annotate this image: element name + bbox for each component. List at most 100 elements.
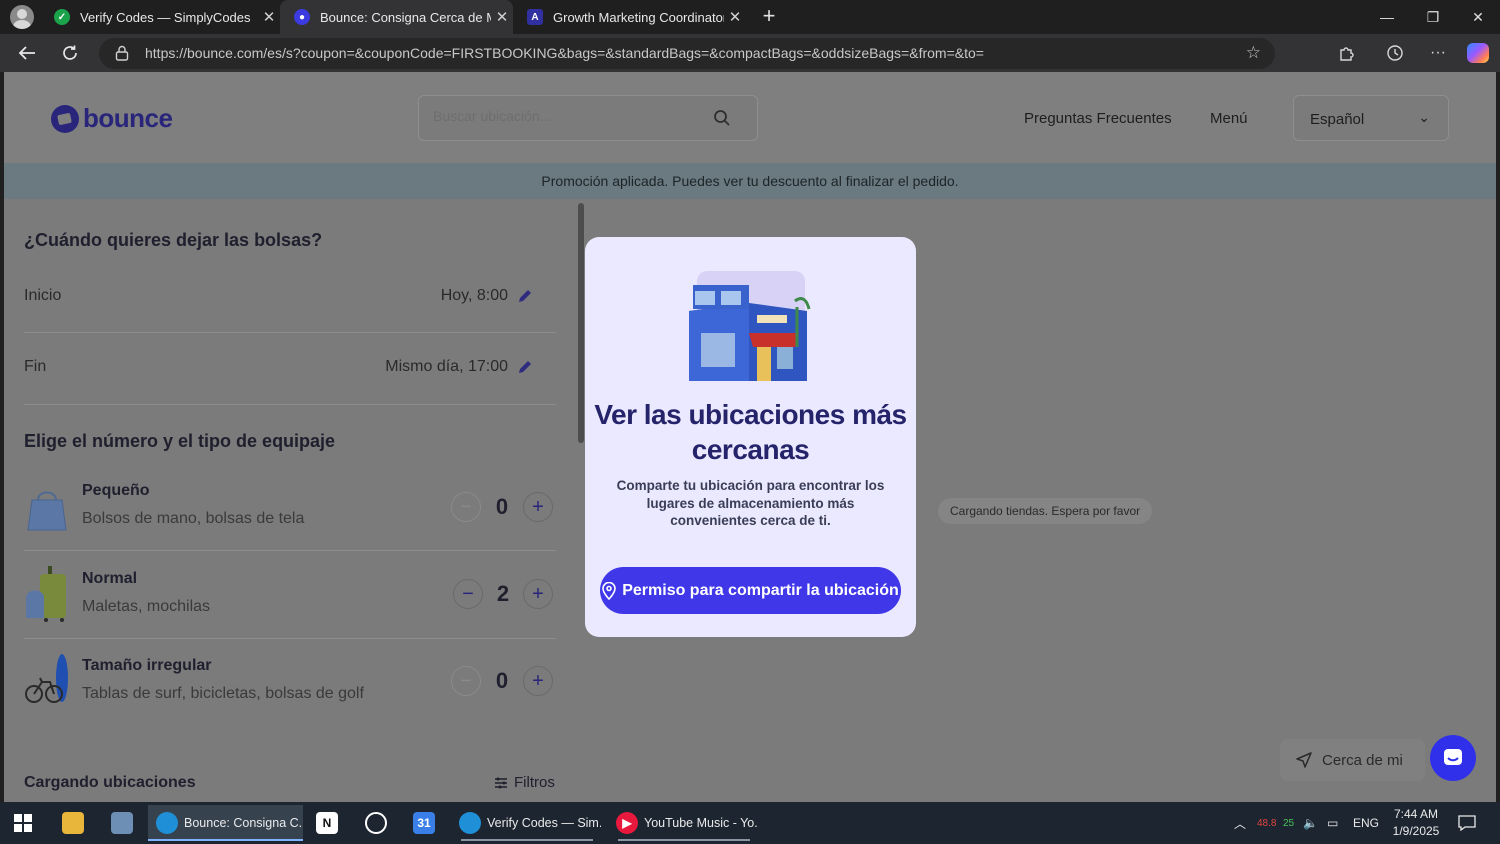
bicycle-surfboard-icon — [25, 654, 68, 703]
system-clock[interactable]: 7:44 AM 1/9/2025 — [1384, 806, 1448, 840]
calendar-button[interactable]: 31 — [405, 805, 443, 841]
taskbar-app-bounce[interactable]: Bounce: Consigna C... — [148, 805, 303, 841]
minimize-button[interactable]: — — [1364, 0, 1410, 34]
edit-end-pencil-icon[interactable] — [517, 359, 533, 375]
extensions-icon[interactable] — [1335, 42, 1359, 64]
back-button[interactable] — [13, 40, 41, 66]
bag-subtitle-small: Bolsos de mano, bolsas de tela — [82, 510, 305, 527]
active-indicator — [148, 839, 303, 841]
notifications-icon[interactable] — [1458, 802, 1476, 844]
suitcase-icon — [26, 566, 66, 622]
menu-link[interactable]: Menú — [1210, 110, 1248, 127]
chat-icon — [1444, 749, 1462, 765]
start-value[interactable]: Hoy, 8:00 — [441, 287, 508, 305]
search-input[interactable] — [433, 108, 703, 124]
clock-history-icon — [1387, 45, 1403, 61]
panel-scrollbar[interactable] — [578, 203, 584, 443]
youtube-music-icon: ▶ — [616, 812, 638, 834]
browser-tab-simplycodes[interactable]: ✓ Verify Codes — SimplyCodes ✕ — [40, 0, 280, 34]
promo-banner: Promoción aplicada. Puedes ver tu descue… — [4, 163, 1496, 199]
end-value[interactable]: Mismo día, 17:00 — [385, 358, 508, 376]
lock-icon[interactable] — [115, 45, 129, 61]
open-indicator — [461, 839, 593, 841]
start-button[interactable] — [4, 805, 42, 841]
new-tab-button[interactable]: + — [756, 4, 782, 30]
end-label: Fin — [24, 358, 47, 375]
language-select[interactable]: Español ⌄ — [1293, 95, 1449, 141]
divider — [24, 638, 556, 639]
network-icon[interactable]: ▭ — [1327, 802, 1338, 844]
more-options-icon[interactable]: ··· — [1426, 42, 1450, 64]
language-value: Español — [1310, 111, 1365, 128]
notion-button[interactable]: N — [308, 805, 346, 841]
notion-icon: N — [316, 812, 338, 834]
decrease-normal-button[interactable]: − — [453, 579, 483, 609]
taskbar-app-label: YouTube Music - Yo... — [644, 816, 758, 830]
history-icon[interactable] — [1383, 42, 1407, 64]
search-icon[interactable] — [713, 109, 731, 127]
copilot-icon[interactable] — [1467, 43, 1489, 63]
filters-button[interactable]: Filtros — [494, 774, 555, 791]
puzzle-icon — [1340, 47, 1354, 61]
modal-title: Ver las ubicaciones más cercanas — [594, 399, 907, 465]
tab-title: Verify Codes — SimplyCodes — [80, 9, 251, 25]
taskbar-app-youtube-music[interactable]: ▶ YouTube Music - Yo... — [610, 805, 758, 841]
bag-title-irregular: Tamaño irregular — [82, 657, 212, 674]
volume-icon[interactable]: 🔈 — [1303, 802, 1318, 844]
chatgpt-button[interactable] — [357, 805, 395, 841]
edge-browser-icon — [459, 812, 481, 834]
tab-close-icon[interactable]: ✕ — [491, 8, 513, 26]
modal-body: Comparte tu ubicación para encontrar los… — [616, 478, 885, 528]
ashby-favicon-icon: A — [527, 9, 543, 25]
file-explorer-button[interactable] — [54, 805, 92, 841]
divider — [24, 332, 556, 333]
show-hidden-icons[interactable]: ︿ — [1234, 802, 1246, 844]
bounce-logo-icon — [51, 104, 79, 133]
control-panel-button[interactable] — [103, 805, 141, 841]
taskbar-app-verify-codes[interactable]: Verify Codes — Sim... — [453, 805, 601, 841]
increase-small-button[interactable]: + — [523, 492, 553, 522]
favorite-star-icon[interactable]: ☆ — [1246, 43, 1261, 63]
loading-stores-tag: Cargando tiendas. Espera por favor — [938, 498, 1153, 524]
location-search[interactable] — [418, 95, 758, 141]
simplycodes-favicon-icon: ✓ — [54, 9, 70, 25]
input-language[interactable]: ENG — [1353, 802, 1379, 844]
tote-bag-icon — [27, 491, 67, 531]
bounce-favicon-icon: ● — [294, 9, 310, 25]
refresh-button[interactable] — [56, 40, 84, 66]
taskbar-app-label: Verify Codes — Sim... — [487, 816, 601, 830]
faq-link[interactable]: Preguntas Frecuentes — [1024, 110, 1172, 127]
site-header: bounce Preguntas Frecuentes Menú Español… — [4, 72, 1496, 163]
near-me-button[interactable]: Cerca de mi — [1280, 739, 1425, 781]
browser-tab-growth[interactable]: A Growth Marketing Coordinator (Social) … — [513, 0, 746, 34]
browser-toolbar: https://bounce.com/es/s?coupon=&couponCo… — [0, 34, 1500, 72]
count-irregular: 0 — [495, 668, 509, 693]
increase-normal-button[interactable]: + — [523, 579, 553, 609]
tab-title: Bounce: Consigna Cerca de Mí - Guardar e… — [320, 9, 491, 25]
share-location-button[interactable]: Permiso para compartir la ubicación — [600, 567, 901, 614]
count-normal: 2 — [496, 581, 510, 606]
browser-tab-bounce[interactable]: ● Bounce: Consigna Cerca de Mí - Guardar… — [280, 0, 513, 34]
restore-button[interactable]: ❐ — [1410, 0, 1456, 34]
location-pin-icon — [602, 581, 617, 600]
tab-close-icon[interactable]: ✕ — [258, 8, 280, 26]
near-me-label: Cerca de mi — [1322, 751, 1403, 769]
calendar-icon: 31 — [413, 812, 435, 834]
tab-close-icon[interactable]: ✕ — [724, 8, 746, 26]
address-bar[interactable]: https://bounce.com/es/s?coupon=&couponCo… — [99, 38, 1275, 69]
decrease-small-button[interactable]: − — [451, 492, 481, 522]
logo-text: bounce — [83, 103, 173, 133]
location-permission-modal: Ver las ubicaciones más cercanas Compart… — [585, 237, 916, 637]
increase-irregular-button[interactable]: + — [523, 666, 553, 696]
decrease-irregular-button[interactable]: − — [451, 666, 481, 696]
cpu-temp-readout: 48.8 — [1257, 817, 1277, 829]
edit-start-pencil-icon[interactable] — [517, 288, 533, 304]
cpu-usage-readout: 25 — [1283, 817, 1295, 829]
refresh-icon — [63, 45, 77, 60]
profile-avatar-icon[interactable] — [10, 5, 34, 29]
filters-icon — [495, 777, 507, 788]
chat-support-button[interactable] — [1430, 735, 1476, 781]
bounce-logo[interactable]: bounce — [51, 103, 173, 134]
close-window-button[interactable]: ✕ — [1455, 0, 1500, 34]
chatgpt-icon — [365, 812, 387, 834]
